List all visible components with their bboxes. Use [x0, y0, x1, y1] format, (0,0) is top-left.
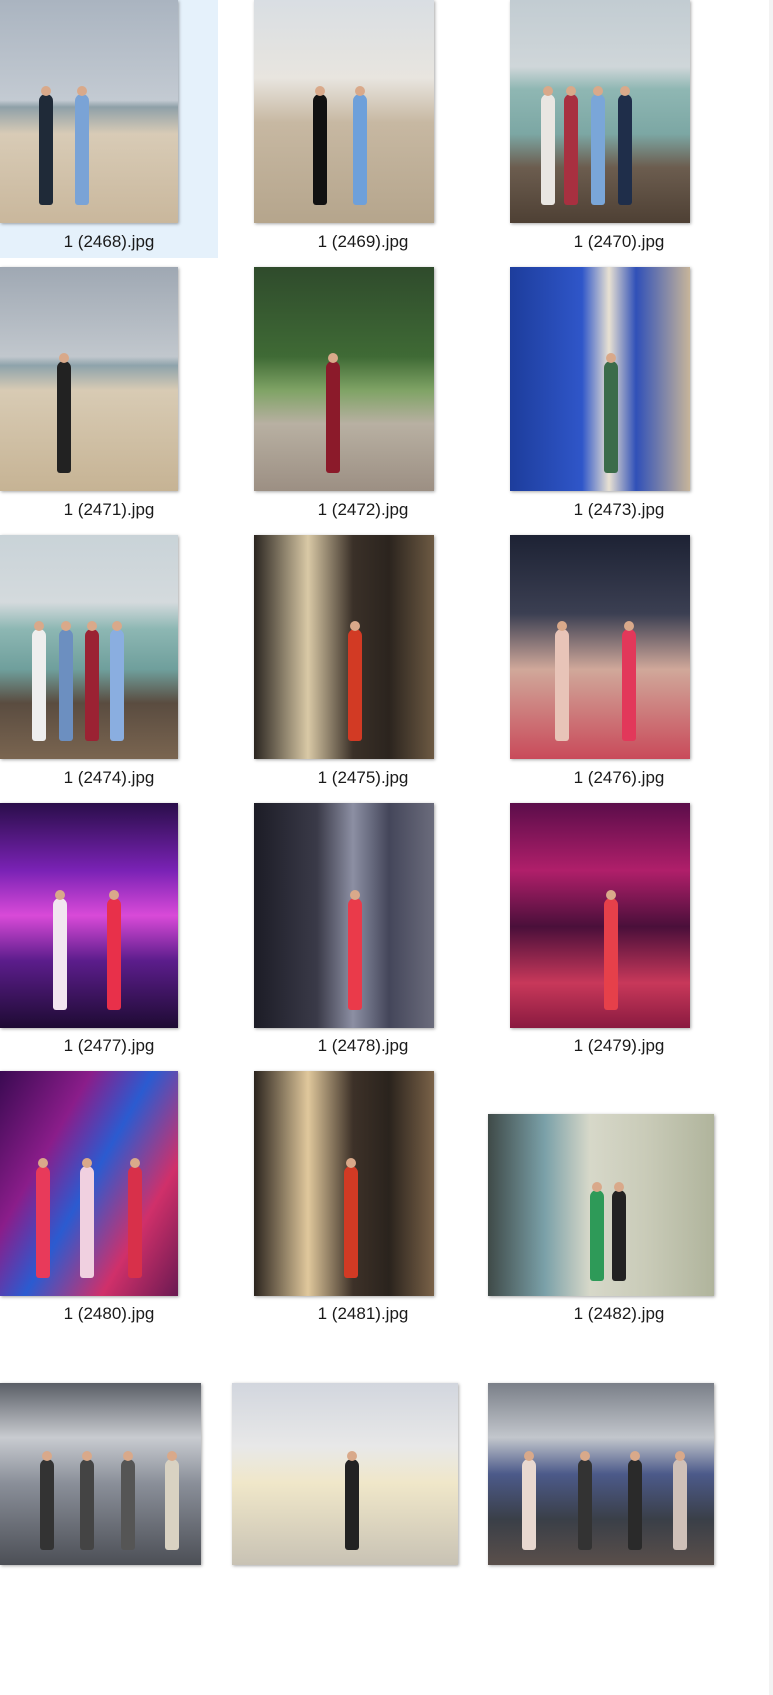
photo-thumbnail[interactable] — [254, 0, 434, 223]
file-name: 1 (2477).jpg — [63, 1036, 155, 1055]
file-name: 1 (2473).jpg — [573, 500, 665, 519]
photo-thumbnail[interactable] — [254, 803, 434, 1028]
file-name: 1 (2470).jpg — [573, 232, 665, 251]
scrollbar-track[interactable] — [769, 0, 773, 1695]
file-name: 1 (2480).jpg — [63, 1304, 155, 1323]
photo-thumbnail[interactable] — [510, 803, 690, 1028]
photo-thumbnail[interactable] — [232, 1383, 458, 1565]
file-name: 1 (2481).jpg — [317, 1304, 409, 1323]
file-name: 1 (2478).jpg — [317, 1036, 409, 1055]
photo-thumbnail[interactable] — [0, 1071, 178, 1296]
file-name: 1 (2476).jpg — [573, 768, 665, 787]
file-name: 1 (2479).jpg — [573, 1036, 665, 1055]
photo-thumbnail[interactable] — [0, 267, 178, 491]
photo-thumbnail[interactable] — [0, 535, 178, 759]
photo-thumbnail[interactable] — [510, 267, 690, 491]
photo-thumbnail[interactable] — [488, 1383, 714, 1565]
photo-thumbnail[interactable] — [254, 1071, 434, 1296]
file-name: 1 (2472).jpg — [317, 500, 409, 519]
photo-thumbnail[interactable] — [254, 267, 434, 491]
file-name: 1 (2475).jpg — [317, 768, 409, 787]
file-name: 1 (2482).jpg — [573, 1304, 665, 1323]
file-name: 1 (2471).jpg — [63, 500, 155, 519]
file-name: 1 (2474).jpg — [63, 768, 155, 787]
photo-thumbnail[interactable] — [0, 0, 178, 223]
photo-thumbnail[interactable] — [0, 803, 178, 1028]
file-name: 1 (2468).jpg — [63, 232, 155, 251]
photo-thumbnail[interactable] — [0, 1383, 201, 1565]
photo-thumbnail[interactable] — [254, 535, 434, 759]
file-name: 1 (2469).jpg — [317, 232, 409, 251]
photo-thumbnail[interactable] — [510, 0, 690, 223]
photo-thumbnail[interactable] — [510, 535, 690, 759]
photo-thumbnail[interactable] — [488, 1114, 714, 1296]
